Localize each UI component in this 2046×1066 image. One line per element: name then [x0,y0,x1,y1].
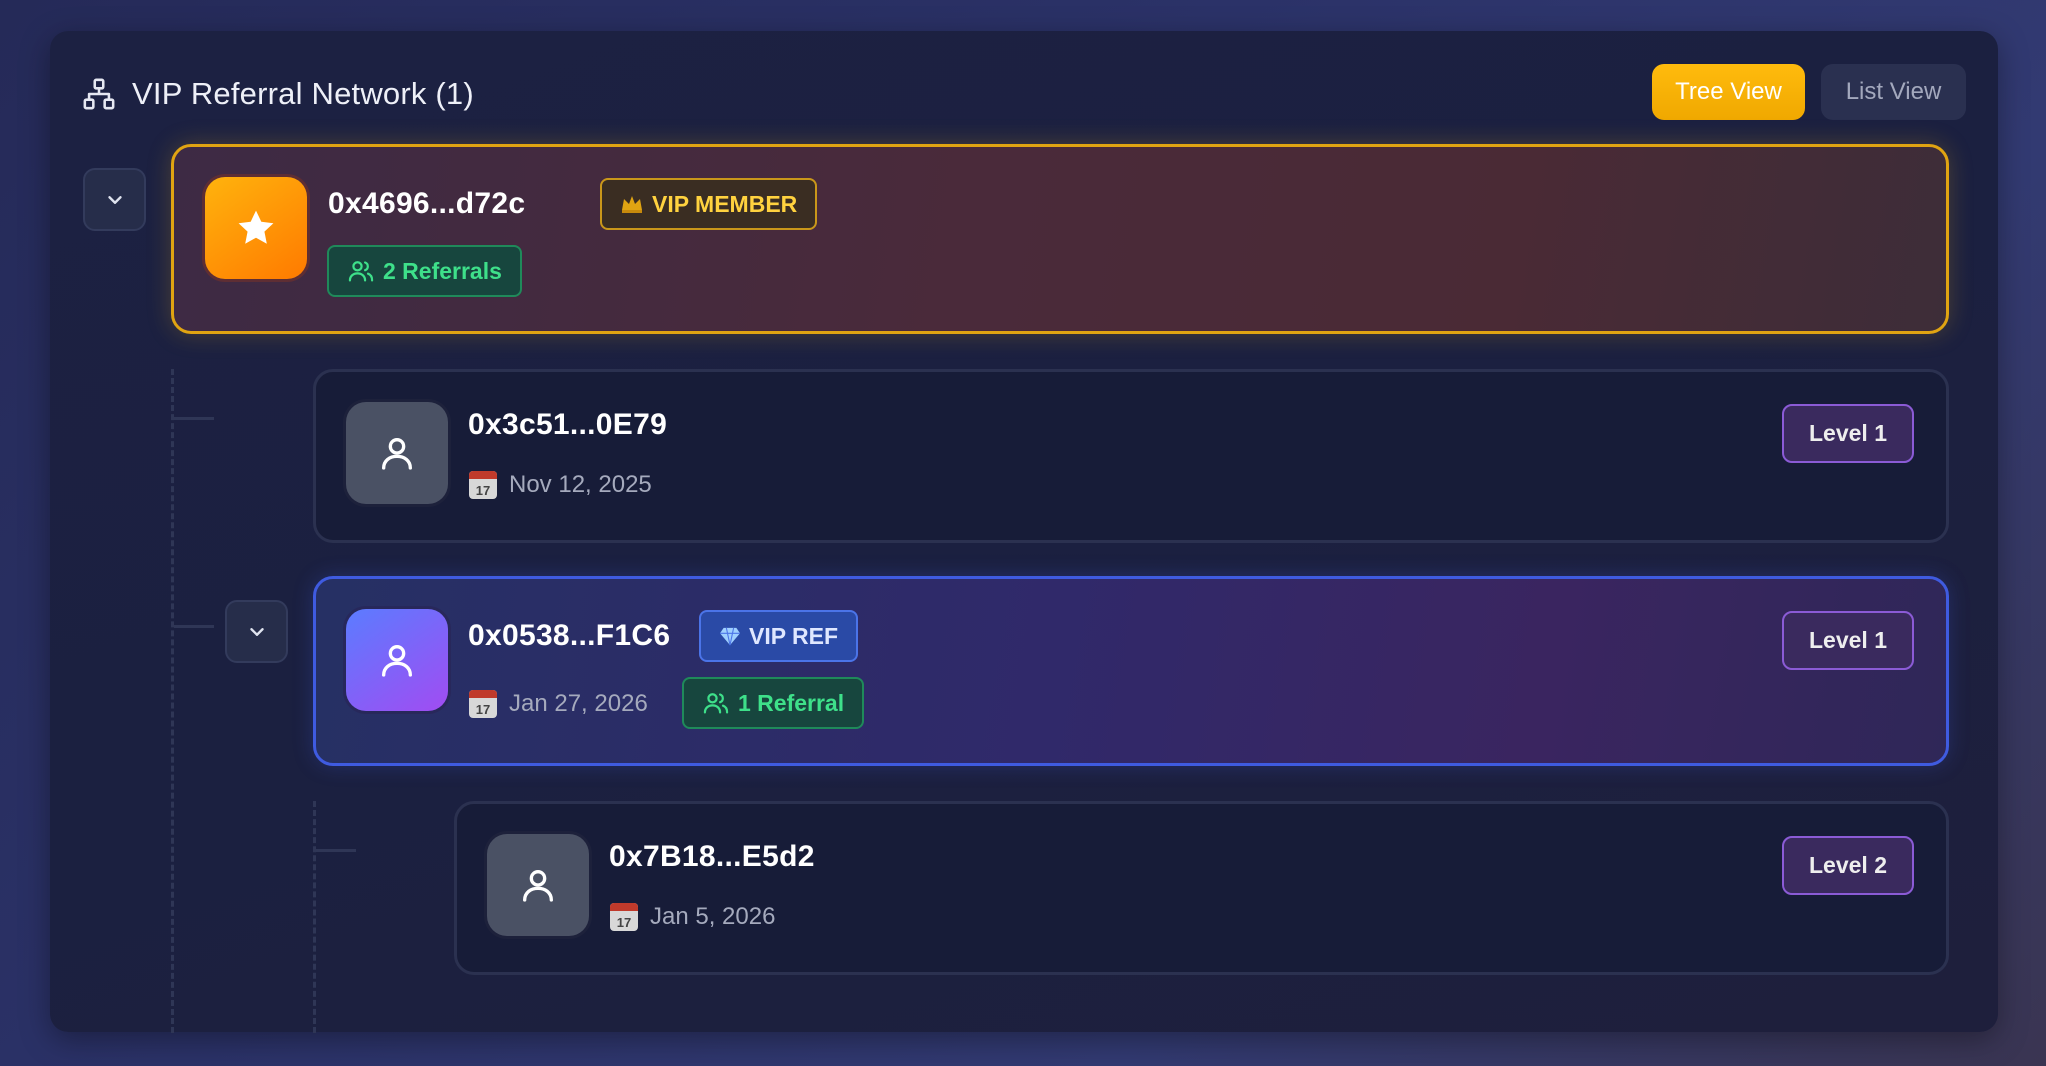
user-icon [382,438,412,470]
users-icon [703,693,729,714]
calendar-icon: 17 [469,690,497,718]
root-referrals-label: 2 Referrals [383,257,502,284]
root-member-card[interactable]: 0x4696...d72c VIP MEMBER 2 Referrals [171,144,1949,334]
panel-header: VIP Referral Network (1) [82,69,474,119]
calendar-icon: 17 [610,903,638,931]
tree-connector-branch [174,417,214,420]
page-title: VIP Referral Network (1) [132,76,474,111]
node-date-text: Nov 12, 2025 [509,471,652,498]
referral-node-card[interactable]: 0x3c51...0E79 17 Nov 12, 2025 Level 1 [313,369,1949,543]
node-referrals-label: 1 Referral [738,689,845,716]
collapse-node-button[interactable] [225,600,288,663]
node-date: 17 Jan 27, 2026 [469,690,648,718]
vip-ref-badge: VIP REF [699,610,859,662]
chevron-down-icon [249,627,264,636]
user-avatar [346,609,448,711]
node-date-text: Jan 5, 2026 [650,903,776,930]
users-icon [348,261,374,282]
tree-connector-line [313,801,316,1033]
root-referrals-badge: 2 Referrals [327,245,522,297]
node-address: 0x3c51...0E79 [468,408,668,441]
referral-node-card-vip[interactable]: 0x0538...F1C6 VIP REF 17 Jan 27, 2026 1 … [313,576,1949,766]
tree-connector-branch [316,849,356,852]
tree-view-button[interactable]: Tree View [1652,64,1805,120]
user-avatar [346,402,448,504]
chevron-down-icon [107,195,122,204]
user-icon [523,870,553,902]
vip-member-badge-label: VIP MEMBER [652,190,798,217]
level-badge: Level 2 [1782,836,1914,895]
root-address: 0x4696...d72c [328,187,526,220]
collapse-root-button[interactable] [83,168,146,231]
root-avatar [205,177,307,279]
referral-network-panel: VIP Referral Network (1) Tree View List … [50,31,1998,1033]
crown-icon [622,196,642,213]
tree-connector-line [171,369,174,1033]
node-referrals-badge: 1 Referral [682,677,865,729]
node-date: 17 Nov 12, 2025 [469,471,652,499]
list-view-button[interactable]: List View [1821,64,1966,120]
user-icon [382,645,412,677]
node-address: 0x7B18...E5d2 [609,840,815,873]
node-date-text: Jan 27, 2026 [509,690,648,717]
node-date: 17 Jan 5, 2026 [610,903,775,931]
view-toggle: Tree View List View [1652,64,1966,120]
level-badge: Level 1 [1782,611,1914,670]
calendar-icon: 17 [469,471,497,499]
node-address: 0x0538...F1C6 [468,619,671,652]
user-avatar [487,834,589,936]
network-icon [83,78,115,110]
tree-connector-branch [174,625,214,628]
diamond-icon [720,627,740,646]
vip-ref-badge-label: VIP REF [749,622,839,649]
vip-member-badge: VIP MEMBER [600,178,818,230]
level-badge: Level 1 [1782,404,1914,463]
referral-node-card[interactable]: 0x7B18...E5d2 17 Jan 5, 2026 Level 2 [454,801,1949,975]
star-icon [238,210,274,244]
